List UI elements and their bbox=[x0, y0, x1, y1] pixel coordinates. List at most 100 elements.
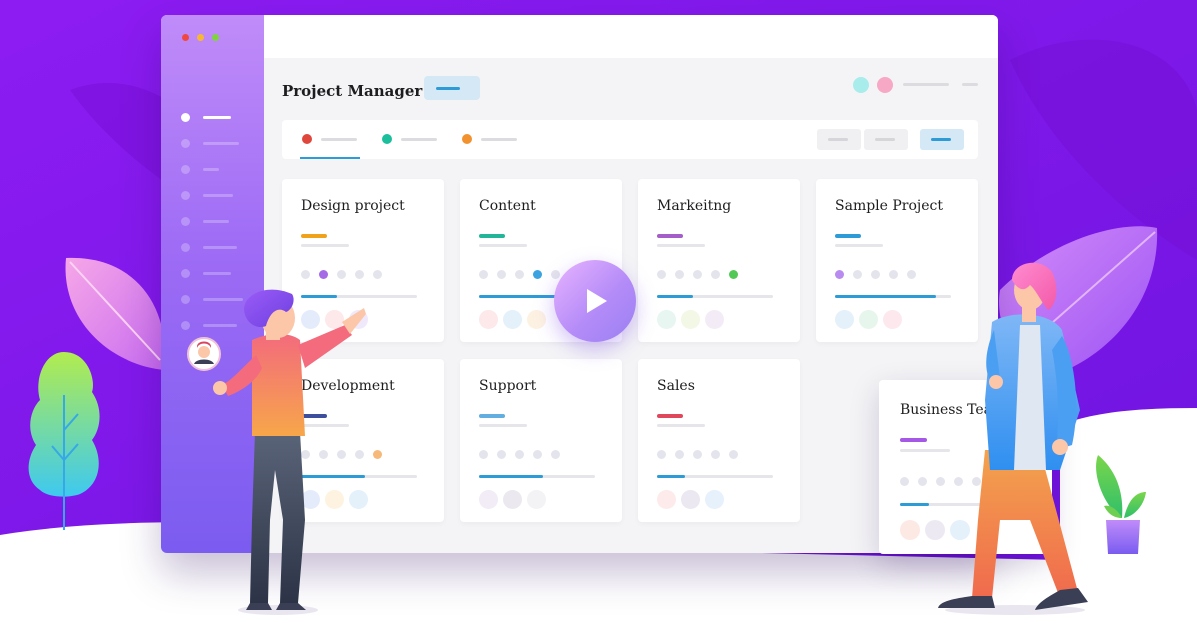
status-dot-icon bbox=[675, 270, 684, 279]
user-name-placeholder bbox=[903, 83, 949, 86]
sidebar-item-9[interactable] bbox=[181, 321, 261, 331]
primary-action-button[interactable] bbox=[920, 129, 964, 150]
avatar[interactable] bbox=[657, 490, 676, 509]
card-accent bbox=[657, 234, 683, 238]
avatar[interactable] bbox=[835, 310, 854, 329]
avatar[interactable] bbox=[705, 310, 724, 329]
sidebar-item-4[interactable] bbox=[181, 191, 261, 201]
menu-item-icon bbox=[181, 269, 190, 278]
card-title: Support bbox=[479, 378, 537, 394]
avatar[interactable] bbox=[681, 490, 700, 509]
project-card[interactable]: Sample Project bbox=[816, 179, 978, 342]
status-dot-icon bbox=[337, 270, 346, 279]
status-dot-icon bbox=[302, 134, 312, 144]
avatar[interactable] bbox=[657, 310, 676, 329]
progress-bar bbox=[657, 295, 773, 298]
status-dot-icon bbox=[871, 270, 880, 279]
status-dot-icon bbox=[729, 270, 738, 279]
avatar[interactable] bbox=[301, 310, 320, 329]
status-dot-icon bbox=[918, 477, 927, 486]
filter-tab-label-placeholder bbox=[321, 138, 357, 141]
sidebar-item-label-placeholder bbox=[203, 142, 239, 145]
card-accent bbox=[301, 234, 327, 238]
avatar[interactable] bbox=[925, 520, 945, 540]
sidebar-item-label-placeholder bbox=[203, 272, 231, 275]
sidebar-item-6[interactable] bbox=[181, 243, 261, 253]
minimize-window-icon[interactable] bbox=[197, 34, 204, 41]
business-team-card[interactable]: Business Team bbox=[879, 380, 1052, 554]
avatar[interactable] bbox=[349, 310, 368, 329]
card-subtitle-placeholder bbox=[301, 424, 349, 427]
menu-item-icon bbox=[181, 191, 190, 200]
progress-bar bbox=[301, 475, 417, 478]
filter-button-1[interactable] bbox=[817, 129, 861, 150]
sidebar-item-5[interactable] bbox=[181, 217, 261, 227]
user-avatar-2[interactable] bbox=[877, 77, 893, 93]
progress-bar bbox=[657, 475, 773, 478]
status-dot-icon bbox=[515, 270, 524, 279]
status-dot-icon bbox=[711, 270, 720, 279]
user-avatar-1[interactable] bbox=[853, 77, 869, 93]
filter-button-2[interactable] bbox=[864, 129, 908, 150]
project-card[interactable]: Support bbox=[460, 359, 622, 522]
status-dots bbox=[301, 450, 421, 460]
avatar[interactable] bbox=[900, 520, 920, 540]
status-dot-icon bbox=[936, 477, 945, 486]
project-card[interactable]: Design project bbox=[282, 179, 444, 342]
status-dot-icon bbox=[729, 450, 738, 459]
avatar[interactable] bbox=[503, 490, 522, 509]
member-avatars bbox=[900, 520, 1020, 540]
status-dot-icon bbox=[693, 270, 702, 279]
avatar[interactable] bbox=[325, 490, 344, 509]
card-title: Markeitng bbox=[657, 198, 732, 214]
status-dot-icon bbox=[533, 450, 542, 459]
menu-item-icon bbox=[181, 243, 190, 252]
progress-fill bbox=[657, 295, 693, 298]
status-dot-icon bbox=[355, 450, 364, 459]
sidebar-item-7[interactable] bbox=[181, 269, 261, 279]
avatar[interactable] bbox=[479, 310, 498, 329]
avatar[interactable] bbox=[325, 310, 344, 329]
project-card[interactable]: Sales bbox=[638, 359, 800, 522]
avatar[interactable] bbox=[527, 310, 546, 329]
sidebar-item-2[interactable] bbox=[181, 139, 261, 149]
card-subtitle-placeholder bbox=[479, 424, 527, 427]
menu-item-icon bbox=[181, 165, 190, 174]
play-video-button[interactable] bbox=[554, 260, 636, 342]
avatar[interactable] bbox=[950, 520, 970, 540]
avatar[interactable] bbox=[503, 310, 522, 329]
avatar[interactable] bbox=[883, 310, 902, 329]
status-dots bbox=[657, 450, 777, 460]
status-dot-icon bbox=[675, 450, 684, 459]
progress-fill bbox=[479, 475, 543, 478]
avatar[interactable] bbox=[349, 490, 368, 509]
avatar[interactable] bbox=[479, 490, 498, 509]
status-dot-icon bbox=[954, 477, 963, 486]
sidebar-item-1[interactable] bbox=[181, 113, 261, 123]
member-avatars bbox=[479, 490, 599, 510]
sidebar-item-label-placeholder bbox=[203, 168, 219, 171]
close-window-icon[interactable] bbox=[182, 34, 189, 41]
sidebar-item-3[interactable] bbox=[181, 165, 261, 175]
status-dot-icon bbox=[319, 270, 328, 279]
new-project-button[interactable] bbox=[424, 76, 480, 100]
maximize-window-icon[interactable] bbox=[212, 34, 219, 41]
avatar[interactable] bbox=[705, 490, 724, 509]
avatar[interactable] bbox=[681, 310, 700, 329]
menu-item-icon bbox=[181, 113, 190, 122]
avatar[interactable] bbox=[859, 310, 878, 329]
card-accent bbox=[657, 414, 683, 418]
sidebar-item-label-placeholder bbox=[203, 246, 237, 249]
avatar[interactable] bbox=[527, 490, 546, 509]
project-card[interactable]: Development bbox=[282, 359, 444, 522]
page-title: Project Manager bbox=[282, 82, 423, 100]
sidebar-item-8[interactable] bbox=[181, 295, 261, 305]
status-dot-icon bbox=[301, 270, 310, 279]
status-dot-icon bbox=[889, 270, 898, 279]
status-dot-icon bbox=[462, 134, 472, 144]
avatar[interactable] bbox=[301, 490, 320, 509]
progress-bar bbox=[900, 503, 1022, 506]
status-dot-icon bbox=[853, 270, 862, 279]
project-card[interactable]: Markeitng bbox=[638, 179, 800, 342]
card-subtitle-placeholder bbox=[900, 449, 950, 452]
